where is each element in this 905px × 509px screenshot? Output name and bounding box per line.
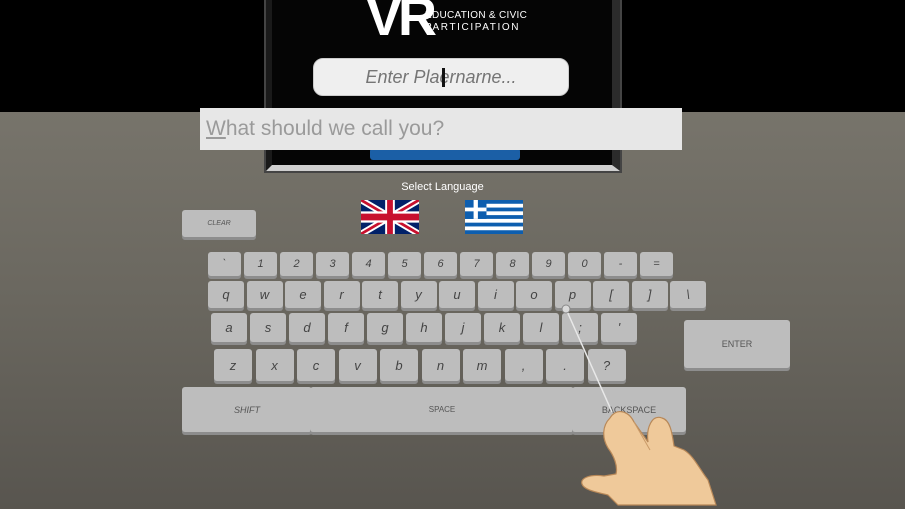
vr-scene: VR EDUCATION & CIVIC PARTICIPATION What … — [0, 0, 905, 509]
hand-icon — [581, 411, 717, 506]
